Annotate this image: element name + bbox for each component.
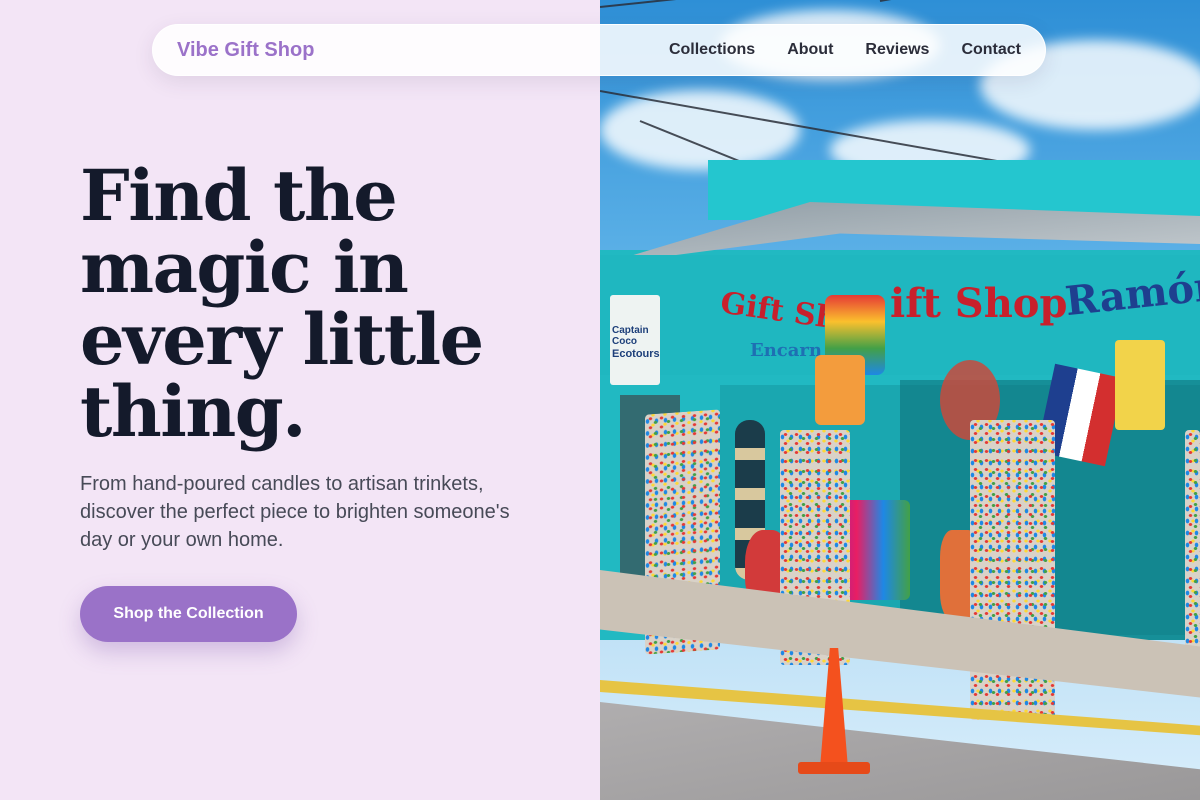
- ecotours-sign-line1: Captain Coco: [612, 325, 649, 347]
- nav-link-reviews[interactable]: Reviews: [865, 41, 929, 59]
- shop-sign-left-sub: Encarn: [750, 340, 822, 361]
- hero-title-line-4: thing.: [80, 370, 307, 453]
- shop-collection-button[interactable]: Shop the Collection: [80, 586, 297, 642]
- nav-link-collections[interactable]: Collections: [669, 41, 755, 59]
- ecotours-sign-line2: Ecotours: [612, 348, 660, 360]
- hero-title-line-1: Find the: [80, 154, 398, 237]
- nav-links: Collections About Reviews Contact: [669, 41, 1021, 59]
- hero-title-line-3: every little: [80, 298, 484, 381]
- nav-link-about[interactable]: About: [787, 41, 833, 59]
- hero-subtitle: From hand-poured candles to artisan trin…: [80, 473, 510, 551]
- hero-photo-gift-shop: Captain Coco Ecotours Gift Sho Encarn if…: [600, 0, 1200, 800]
- traffic-cone: [798, 648, 870, 778]
- top-navigation-bar: Vibe Gift Shop Collections About Reviews…: [152, 24, 1046, 76]
- hero-title: Find the magic in every little thing.: [80, 160, 560, 448]
- hero-title-line-2: magic in: [80, 226, 409, 309]
- brand-logo-link[interactable]: Vibe Gift Shop: [177, 39, 314, 62]
- nav-link-contact[interactable]: Contact: [961, 41, 1021, 59]
- shop-sign-center: ift Shop: [890, 280, 1068, 327]
